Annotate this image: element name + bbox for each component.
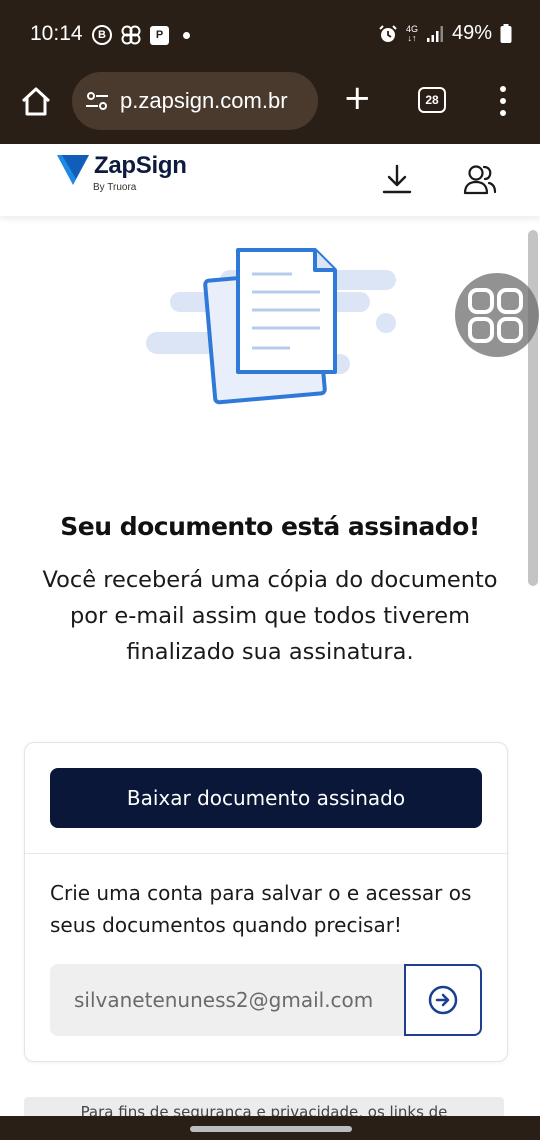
actions-card: Baixar documento assinado Crie uma conta… xyxy=(24,742,508,1062)
b-circle-icon: B xyxy=(92,25,112,45)
email-submit-button[interactable] xyxy=(404,964,482,1036)
browser-toolbar: p.zapsign.com.br + 28 xyxy=(0,70,540,144)
alarm-icon xyxy=(379,24,397,42)
zapsign-logo[interactable]: ZapSign xyxy=(56,152,187,186)
app-header: ZapSign By Truora xyxy=(0,144,540,216)
create-account-text: Crie uma conta para salvar o e acessar o… xyxy=(50,881,472,937)
grid-icon xyxy=(468,288,523,343)
dot-icon xyxy=(183,31,190,39)
floating-apps-button[interactable] xyxy=(455,273,539,357)
brand-subtitle: By Truora xyxy=(93,182,137,193)
site-settings-icon[interactable] xyxy=(84,88,110,114)
status-time: 10:14 xyxy=(30,22,83,45)
pinwheel-icon xyxy=(121,25,141,45)
brand-name: ZapSign xyxy=(94,152,187,179)
new-tab-plus-icon[interactable]: + xyxy=(343,81,372,115)
card-divider xyxy=(25,853,507,854)
status-right-icons: 4G ↓↑ 49% xyxy=(378,22,512,45)
battery-icon xyxy=(500,23,512,43)
signed-message: Você receberá uma cópia do documento por… xyxy=(42,567,498,665)
battery-percent: 49% xyxy=(451,22,492,44)
tab-switcher-button[interactable]: 28 xyxy=(418,87,446,113)
download-icon[interactable] xyxy=(380,162,414,196)
more-menu-icon[interactable] xyxy=(496,86,510,116)
system-nav-bar xyxy=(0,1116,540,1140)
zapsign-logo-mark-icon xyxy=(57,155,89,185)
download-signed-document-button[interactable]: Baixar documento assinado xyxy=(50,768,482,828)
page-title: Seu documento está assinado! xyxy=(60,512,480,541)
status-notification-icons: B P xyxy=(92,24,190,46)
signed-document-illustration xyxy=(146,248,396,405)
status-bar: 10:14 B P 4G ↓↑ 49% xyxy=(0,0,540,70)
home-icon[interactable] xyxy=(18,84,54,120)
email-field[interactable]: silvanetenuness2@gmail.com xyxy=(50,964,406,1036)
arrow-right-circle-icon xyxy=(428,985,458,1015)
p-badge-icon: P xyxy=(150,25,169,45)
url-text: p.zapsign.com.br xyxy=(120,88,288,113)
network-type: 4G ↓↑ xyxy=(405,23,418,43)
address-bar[interactable]: p.zapsign.com.br xyxy=(72,72,318,130)
gesture-handle[interactable] xyxy=(190,1126,352,1132)
signal-icon xyxy=(426,25,443,42)
users-icon[interactable] xyxy=(462,162,498,196)
